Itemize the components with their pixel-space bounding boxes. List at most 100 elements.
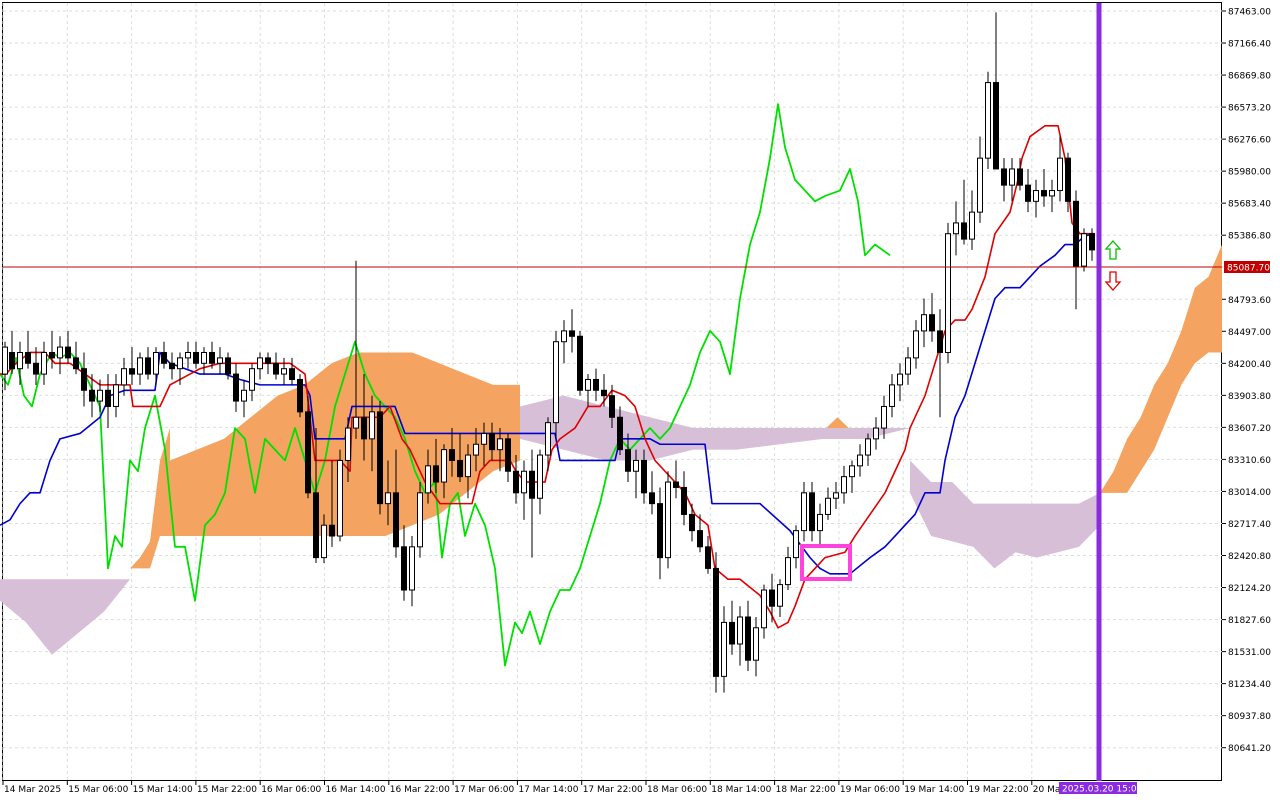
x-tick-label: 14 Mar 2025 [4, 785, 61, 795]
candle-body-bull [945, 233, 951, 353]
candle [753, 616, 759, 677]
ichimoku-chart: 87463.00 87166.40 86869.80 86573.20 86276.60… [0, 2, 1271, 795]
candle-body-bear [513, 470, 519, 494]
current-price-text: 85087.70 [1227, 264, 1270, 274]
candle-body-bear [577, 335, 583, 391]
candle-body-bull [833, 492, 839, 499]
candle-body-bull [1057, 157, 1063, 192]
y-tick-label: 84200.40 [1228, 360, 1271, 370]
candle-body-bear [81, 368, 87, 391]
candle [737, 606, 743, 666]
candle-body-bull [345, 427, 351, 461]
candle-body-bear [1017, 168, 1023, 186]
candle-body-bear [1001, 168, 1007, 186]
candle [105, 374, 111, 429]
candle [9, 330, 15, 375]
candle-body-bull [801, 492, 807, 532]
candle [577, 330, 583, 396]
candle-body-bear [689, 513, 695, 532]
candle [801, 482, 807, 542]
candle-body-bull [137, 357, 143, 375]
candle-body-bull [865, 438, 871, 456]
candle [289, 357, 295, 385]
x-tick-label: 16 Mar 06:00 [261, 785, 321, 795]
candle [233, 363, 239, 412]
candle [1001, 158, 1007, 202]
cursor-time-text: 2025.03.20 15:00 [1062, 785, 1143, 795]
candle-body-bear [377, 411, 383, 505]
candle-body-bull [881, 405, 887, 429]
candle [905, 347, 911, 385]
y-tick-label: 80937.80 [1228, 712, 1271, 722]
candle [761, 584, 767, 639]
candle-body-bull [113, 384, 119, 407]
candle-body-bull [385, 492, 391, 505]
candle [257, 352, 263, 380]
candle-body-bull [977, 157, 983, 213]
candle-body-bear [33, 362, 39, 375]
candle-body-bear [265, 357, 271, 364]
kumo-bearish [0, 579, 130, 655]
candle [561, 320, 567, 364]
x-tick-label: 17 Mar 22:00 [583, 785, 643, 795]
candle-body-bull [537, 454, 543, 499]
candle [401, 525, 407, 601]
candle-body-bull [17, 351, 23, 370]
x-axis: 14 Mar 2025 15 Mar 06:00 15 Mar 14:00 15 Ma… [2, 781, 1064, 795]
candle [601, 374, 607, 407]
candle-body-bear [169, 362, 175, 370]
candle [705, 536, 711, 574]
candle-body-bull [737, 616, 743, 645]
y-axis: 87463.00 87166.40 86869.80 86573.20 86276.60… [1222, 8, 1271, 754]
candle-body-bull [321, 524, 327, 559]
candle [1025, 168, 1031, 213]
candle-body-bull [913, 330, 919, 359]
candle-body-bear [1073, 200, 1079, 267]
candle [593, 368, 599, 402]
candle-body-bull [873, 427, 879, 440]
candle-body-bull [281, 368, 287, 375]
candle-body-bear [1065, 157, 1071, 202]
candle [409, 536, 415, 607]
candle-body-bear [641, 459, 647, 494]
candle-body-bull [417, 492, 423, 548]
candle-body-bull [217, 357, 223, 364]
candle-body-bull [721, 621, 727, 677]
candle-body-bear [89, 389, 95, 402]
candle [657, 487, 663, 580]
candle-body-bear [25, 351, 31, 364]
candle-body-bull [953, 222, 959, 235]
candle-body-bear [145, 357, 151, 375]
candle [137, 352, 143, 385]
candle-body-bear [569, 330, 575, 337]
candle-body-bull [785, 557, 791, 586]
x-tick-label: 19 Mar 14:00 [904, 785, 964, 795]
candle [281, 357, 287, 385]
candle [681, 471, 687, 526]
candle-body-bear [233, 373, 239, 402]
candle-body-bear [329, 524, 335, 537]
candle-body-bull [889, 384, 895, 407]
candle-body-bull [249, 368, 255, 391]
y-tick-label: 86276.60 [1228, 136, 1271, 146]
candle-body-bull [753, 627, 759, 661]
y-tick-label: 82124.20 [1228, 584, 1271, 594]
candle [81, 352, 87, 407]
candle-body-bear [273, 362, 279, 375]
candle-body-bull [177, 357, 183, 370]
candle [649, 471, 655, 515]
candle [665, 471, 671, 569]
candle-body-bear [449, 449, 455, 461]
candle-body-bear [993, 82, 999, 170]
candle-body-bear [9, 351, 15, 370]
x-tick-label: 19 Mar 06:00 [840, 785, 900, 795]
candle [1033, 179, 1039, 218]
candle-body-bull [409, 546, 415, 591]
candle [929, 293, 935, 342]
candle-body-bear [769, 589, 775, 607]
candle-body-bear [193, 351, 199, 364]
current-price-label: 85087.70 [1224, 261, 1270, 274]
candle [1049, 179, 1055, 213]
candle-body-bull [257, 357, 263, 370]
candle [673, 460, 679, 499]
